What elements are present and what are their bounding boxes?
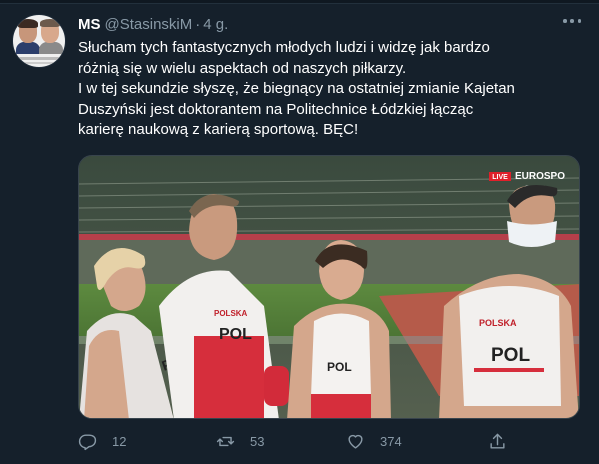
separator: · [195,15,201,33]
reply-button[interactable]: 12 [78,427,126,455]
reply-icon [78,433,97,450]
bib-label: POL [491,345,530,366]
tweet-media-image[interactable]: LIVE EUROSPO POL POLSKA POL [78,155,580,419]
author-name[interactable]: MS [78,16,101,33]
tweet-actions: 12 53 374 [78,427,518,455]
media-photo: LIVE EUROSPO POL POLSKA POL [79,156,579,418]
retweet-icon [216,436,235,446]
tweet-time[interactable]: 4 g. [203,16,228,33]
tweet-text-line: różnią się w wielu aspektach od naszych … [78,59,407,77]
tweet-text-line: Duszyński jest doktorantem na Politechni… [78,100,474,118]
avatar[interactable] [12,14,66,68]
shirt-text: POLSKA [214,309,248,318]
author-handle[interactable]: @StasinskiM [105,16,193,33]
shirt-text: POLSKA [479,318,517,328]
more-icon[interactable] [563,18,581,24]
reply-count: 12 [112,433,127,449]
share-icon [490,433,505,449]
live-badge: LIVE [492,174,508,181]
tweet[interactable]: MS @StasinskiM · 4 g. Słucham tych fanta… [0,4,599,464]
like-count: 374 [380,433,402,449]
retweet-count: 53 [250,433,265,449]
heart-icon [348,434,363,449]
tweet-text: Słucham tych fantastycznych młodych ludz… [78,38,583,141]
like-button[interactable]: 374 [346,427,402,455]
bib-label: POL [327,360,352,374]
bib-label: POL [219,326,252,343]
broadcaster-logo: EUROSPO [515,171,565,182]
tweet-text-line: I w tej sekundzie słyszę, że biegnący na… [78,80,515,97]
retweet-button[interactable]: 53 [216,427,264,455]
tweet-text-line: karierę naukową z karierą sportową. BĘC! [78,121,359,138]
tweet-header: MS @StasinskiM · 4 g. [78,14,228,34]
share-button[interactable] [488,427,507,455]
tweet-text-line: Słucham tych fantastycznych młodych ludz… [78,39,490,56]
